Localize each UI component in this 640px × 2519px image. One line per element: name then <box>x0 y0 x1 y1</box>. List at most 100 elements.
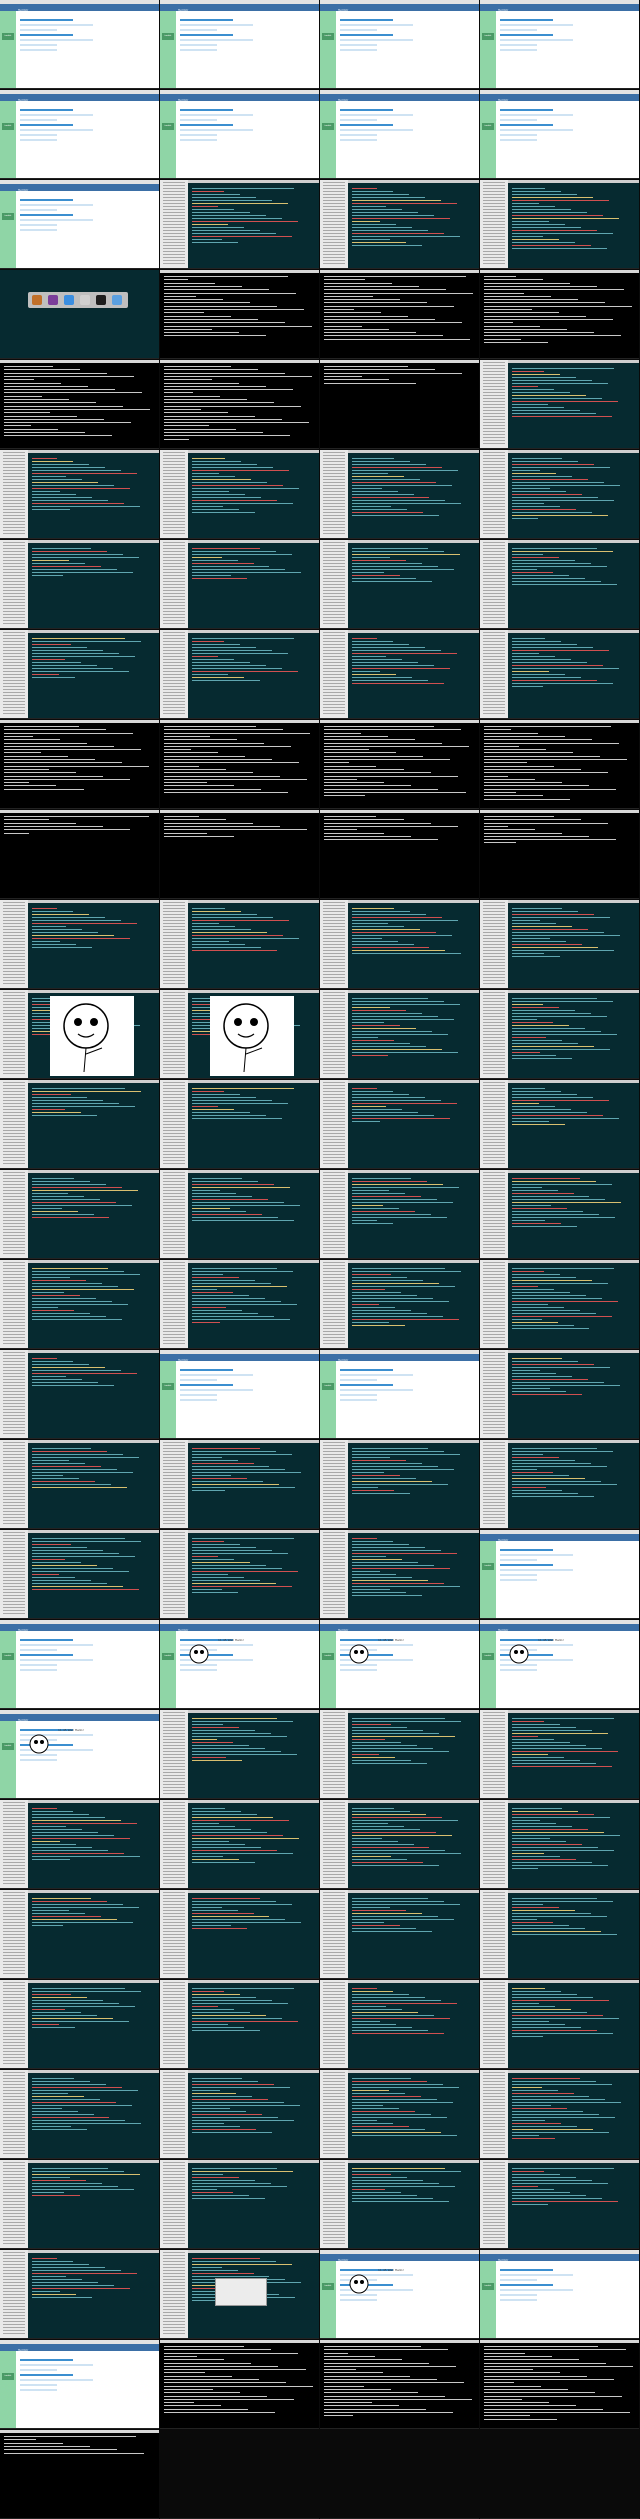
file-tree-row[interactable] <box>3 1397 25 1398</box>
file-tree-row[interactable] <box>323 1808 345 1809</box>
file-tree-row[interactable] <box>163 1952 185 1953</box>
file-tree-row[interactable] <box>3 2303 25 2304</box>
file-tree-row[interactable] <box>163 1469 185 1470</box>
file-tree-row[interactable] <box>3 632 25 633</box>
file-tree-row[interactable] <box>163 1892 185 1893</box>
file-tree-row[interactable] <box>323 1577 345 1578</box>
file-tree-row[interactable] <box>163 701 185 702</box>
file-tree-row[interactable] <box>323 704 345 705</box>
file-tree-row[interactable] <box>483 980 505 981</box>
file-tree-row[interactable] <box>163 2063 185 2064</box>
file-tree-row[interactable] <box>323 1082 345 1083</box>
file-tree-row[interactable] <box>3 2174 25 2175</box>
file-tree-row[interactable] <box>483 1073 505 1074</box>
file-tree-row[interactable] <box>323 1328 345 1329</box>
nav-title[interactable]: Tumblr <box>18 98 28 102</box>
file-tree-row[interactable] <box>323 1445 345 1446</box>
file-tree-row[interactable] <box>323 674 345 675</box>
file-tree-row[interactable] <box>163 524 185 525</box>
file-tree-row[interactable] <box>483 1952 505 1953</box>
file-tree-row[interactable] <box>483 698 505 699</box>
file-tree-row[interactable] <box>163 1217 185 1218</box>
file-tree-row[interactable] <box>323 1163 345 1164</box>
file-tree-row[interactable] <box>163 1724 185 1725</box>
file-tree-row[interactable] <box>483 2081 505 2082</box>
file-tree-row[interactable] <box>3 1517 25 1518</box>
file-tree-row[interactable] <box>483 575 505 576</box>
file-tree-row[interactable] <box>163 200 185 201</box>
file-tree-row[interactable] <box>323 1187 345 1188</box>
file-tree-row[interactable] <box>3 599 25 600</box>
file-tree-row[interactable] <box>163 497 185 498</box>
file-tree-row[interactable] <box>163 1499 185 1500</box>
file-tree-row[interactable] <box>323 2120 345 2121</box>
nav-title[interactable]: Tumblr <box>338 8 348 12</box>
file-tree-row[interactable] <box>323 1844 345 1845</box>
file-tree-row[interactable] <box>483 206 505 207</box>
file-tree-row[interactable] <box>323 2243 345 2244</box>
file-tree-row[interactable] <box>3 1817 25 1818</box>
file-tree-row[interactable] <box>3 2024 25 2025</box>
file-tree-row[interactable] <box>323 1121 345 1122</box>
file-tree-row[interactable] <box>323 635 345 636</box>
file-tree-row[interactable] <box>163 1973 185 1974</box>
file-tree-row[interactable] <box>483 2003 505 2004</box>
file-tree-row[interactable] <box>3 2042 25 2043</box>
file-tree-row[interactable] <box>483 1763 505 1764</box>
file-tree-row[interactable] <box>323 665 345 666</box>
file-tree-row[interactable] <box>323 1142 345 1143</box>
file-tree-row[interactable] <box>163 257 185 258</box>
file-tree-row[interactable] <box>163 1559 185 1560</box>
file-tree-row[interactable] <box>483 1895 505 1896</box>
file-tree-row[interactable] <box>3 1574 25 1575</box>
file-tree-row[interactable] <box>3 1046 25 1047</box>
file-tree-row[interactable] <box>163 1856 185 1857</box>
file-tree-row[interactable] <box>163 962 185 963</box>
file-tree-row[interactable] <box>3 2165 25 2166</box>
file-tree-row[interactable] <box>323 497 345 498</box>
file-tree-row[interactable] <box>3 1253 25 1254</box>
file-tree-row[interactable] <box>323 911 345 912</box>
file-tree-row[interactable] <box>163 2054 185 2055</box>
file-tree-row[interactable] <box>483 1850 505 1851</box>
file-tree-row[interactable] <box>483 1451 505 1452</box>
file-tree-row[interactable] <box>3 1925 25 1926</box>
file-tree-row[interactable] <box>163 1328 185 1329</box>
file-tree-row[interactable] <box>163 548 185 549</box>
file-tree-row[interactable] <box>163 1811 185 1812</box>
file-tree-row[interactable] <box>483 2009 505 2010</box>
file-tree-row[interactable] <box>483 1304 505 1305</box>
file-tree-row[interactable] <box>323 452 345 453</box>
file-tree-row[interactable] <box>3 2192 25 2193</box>
file-tree-row[interactable] <box>483 1856 505 1857</box>
file-tree-row[interactable] <box>163 1814 185 1815</box>
file-tree-row[interactable] <box>483 2213 505 2214</box>
file-tree-row[interactable] <box>323 1790 345 1791</box>
file-tree-row[interactable] <box>323 1922 345 1923</box>
file-tree-row[interactable] <box>3 2036 25 2037</box>
file-tree-row[interactable] <box>483 935 505 936</box>
file-tree-row[interactable] <box>3 1142 25 1143</box>
file-tree-row[interactable] <box>323 1457 345 1458</box>
file-tree-row[interactable] <box>163 1826 185 1827</box>
file-tree-row[interactable] <box>483 614 505 615</box>
file-tree-row[interactable] <box>323 1781 345 1782</box>
file-tree-row[interactable] <box>483 1130 505 1131</box>
file-tree-row[interactable] <box>163 2216 185 2217</box>
file-tree-row[interactable] <box>483 1286 505 1287</box>
file-tree-row[interactable] <box>163 1313 185 1314</box>
file-tree-row[interactable] <box>3 1424 25 1425</box>
file-tree-row[interactable] <box>163 2312 185 2313</box>
file-tree-row[interactable] <box>483 434 505 435</box>
file-tree-row[interactable] <box>163 1265 185 1266</box>
file-tree-row[interactable] <box>483 956 505 957</box>
file-tree-row[interactable] <box>3 2054 25 2055</box>
file-tree-row[interactable] <box>163 620 185 621</box>
file-tree-row[interactable] <box>323 1778 345 1779</box>
file-tree-row[interactable] <box>483 1004 505 1005</box>
file-tree-row[interactable] <box>483 2243 505 2244</box>
site-logo[interactable]: tumblr. <box>322 2283 334 2290</box>
file-tree-row[interactable] <box>483 386 505 387</box>
file-tree-row[interactable] <box>3 992 25 993</box>
file-tree-row[interactable] <box>3 1997 25 1998</box>
